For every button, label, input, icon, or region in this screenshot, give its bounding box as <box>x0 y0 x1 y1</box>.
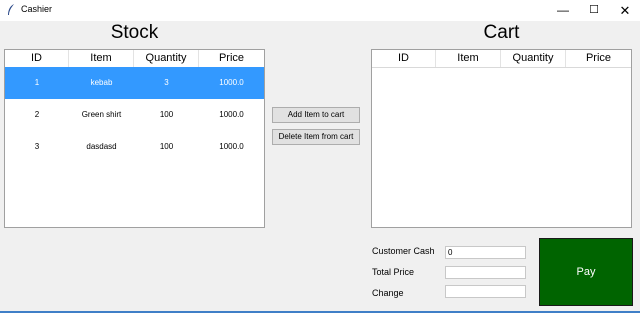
add-to-cart-button[interactable]: Add Item to cart <box>272 107 360 123</box>
total-price-field[interactable] <box>445 266 526 279</box>
total-price-label: Total Price <box>372 267 415 277</box>
cart-heading: Cart <box>483 22 520 43</box>
customer-cash-label: Customer Cash <box>372 246 435 256</box>
stock-cell-price: 1000.0 <box>219 142 244 151</box>
stock-row[interactable]: 2 Green shirt 100 1000.0 <box>5 99 264 131</box>
stock-col-item[interactable]: Item <box>69 50 134 67</box>
stock-cell-quantity: 100 <box>159 142 174 151</box>
cart-col-id[interactable]: ID <box>372 50 436 67</box>
close-button[interactable]: ✕ <box>610 0 640 21</box>
stock-table[interactable]: ID Item Quantity Price 1 kebab 3 1000.0 … <box>4 49 265 228</box>
stock-cell-price: 1000.0 <box>219 110 244 119</box>
cart-table[interactable]: ID Item Quantity Price <box>371 49 632 228</box>
window-title: Cashier <box>21 4 53 14</box>
stock-row[interactable]: 3 dasdasd 100 1000.0 <box>5 131 264 163</box>
stock-row[interactable]: 1 kebab 3 1000.0 <box>5 67 264 99</box>
maximize-button[interactable]: ☐ <box>579 0 609 21</box>
cart-col-quantity[interactable]: Quantity <box>501 50 566 67</box>
stock-cell-quantity: 3 <box>164 78 169 87</box>
change-label: Change <box>372 288 404 298</box>
stock-cell-item: dasdasd <box>86 142 117 151</box>
stock-cell-price: 1000.0 <box>219 78 244 87</box>
minimize-button[interactable]: — <box>548 0 578 21</box>
stock-heading: Stock <box>110 22 159 43</box>
stock-cell-quantity: 100 <box>159 110 174 119</box>
stock-col-quantity[interactable]: Quantity <box>134 50 199 67</box>
title-bar: Cashier — ☐ ✕ <box>0 0 640 21</box>
cart-table-header: ID Item Quantity Price <box>372 50 631 68</box>
stock-cell-id: 3 <box>34 142 40 151</box>
stock-cell-id: 2 <box>34 110 40 119</box>
change-field[interactable] <box>445 285 526 298</box>
stock-table-header: ID Item Quantity Price <box>5 50 264 68</box>
cart-col-item[interactable]: Item <box>436 50 501 67</box>
cart-col-price[interactable]: Price <box>566 50 631 67</box>
stock-cell-id: 1 <box>34 78 40 87</box>
feather-icon <box>8 4 14 15</box>
pay-button[interactable]: Pay <box>539 238 633 306</box>
stock-cell-item: Green shirt <box>81 110 122 119</box>
stock-col-price[interactable]: Price <box>199 50 264 67</box>
stock-cell-item: kebab <box>90 78 113 87</box>
stock-col-id[interactable]: ID <box>5 50 69 67</box>
customer-cash-input[interactable] <box>445 246 526 259</box>
delete-from-cart-button[interactable]: Delete Item from cart <box>272 129 360 145</box>
